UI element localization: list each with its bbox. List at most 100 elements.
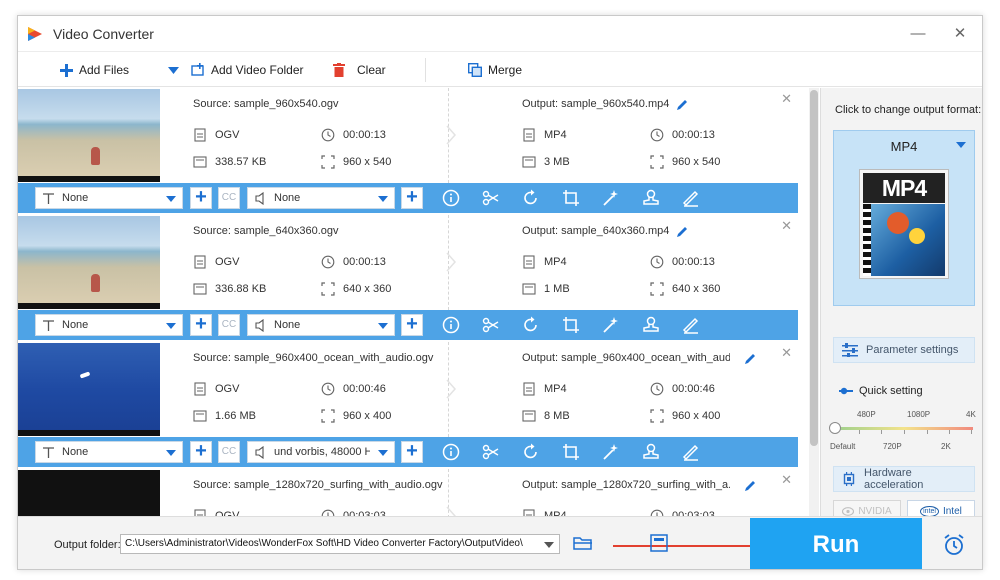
rotate-icon[interactable]	[522, 189, 540, 207]
add-video-folder-button[interactable]: Add Video Folder	[191, 62, 304, 78]
output-size-value: 3 MB	[544, 156, 570, 168]
add-files-button[interactable]: Add Files	[60, 62, 129, 78]
output-folder-dropdown-icon[interactable]	[544, 542, 554, 548]
remove-item-button[interactable]: ✕	[781, 345, 792, 361]
scissors-icon[interactable]	[482, 443, 500, 461]
output-format-selector[interactable]: MP4 MP4	[833, 130, 975, 306]
rotate-icon[interactable]	[522, 443, 540, 461]
output-resolution: 960 x 400	[650, 409, 720, 423]
chevron-down-icon	[378, 196, 388, 202]
video-thumbnail[interactable]	[18, 343, 160, 436]
format-icon	[523, 255, 535, 269]
plus-icon	[60, 63, 73, 77]
crop-icon[interactable]	[562, 316, 580, 334]
remove-item-button[interactable]: ✕	[781, 218, 792, 234]
run-button[interactable]: Run	[750, 518, 922, 569]
subtitle-select[interactable]: None	[35, 441, 183, 463]
subtitle-select[interactable]: None	[35, 314, 183, 336]
add-subtitle-button[interactable]: +	[190, 187, 212, 209]
edit-sign-icon[interactable]	[682, 189, 700, 207]
hardware-acceleration-button[interactable]: Hardware acceleration	[833, 466, 975, 492]
scrollbar-thumb[interactable]	[810, 90, 818, 446]
output-folder-field[interactable]: C:\Users\Administrator\Videos\WonderFox …	[120, 534, 560, 554]
source-duration: 00:03:03	[321, 509, 386, 516]
add-subtitle-button[interactable]: +	[190, 314, 212, 336]
file-item[interactable]: Source: sample_1280x720_surfing_with_aud…	[18, 469, 798, 516]
quick-setting-label: Quick setting	[859, 385, 923, 397]
file-item[interactable]: Source: sample_640x360.ogv OGV 00:00:13 …	[18, 215, 798, 341]
audio-track-select[interactable]: und vorbis, 48000 Hz	[247, 441, 395, 463]
chevron-right-icon	[446, 125, 457, 145]
source-duration: 00:00:46	[321, 382, 386, 396]
cc-icon[interactable]: CC	[218, 441, 240, 463]
watermark-stamp-icon[interactable]	[642, 443, 660, 461]
subtitle-select-value: None	[62, 446, 89, 458]
add-folder-icon	[191, 63, 204, 76]
clear-button[interactable]: Clear	[333, 62, 386, 78]
add-audio-button[interactable]: +	[401, 441, 423, 463]
title-bar: Video Converter — ✕	[18, 16, 982, 52]
quality-slider-knob[interactable]	[829, 422, 841, 434]
close-window-button[interactable]: ✕	[950, 24, 970, 44]
add-audio-button[interactable]: +	[401, 314, 423, 336]
add-audio-button[interactable]: +	[401, 187, 423, 209]
open-folder-icon[interactable]	[573, 535, 593, 551]
output-size: 1 MB	[522, 282, 570, 296]
add-files-dropdown-icon[interactable]	[168, 67, 179, 74]
effects-wand-icon[interactable]	[602, 189, 620, 207]
list-scrollbar[interactable]	[809, 88, 819, 516]
file-item[interactable]: Source: sample_960x540.ogv OGV 00:00:13 …	[18, 88, 798, 214]
app-title: Video Converter	[53, 26, 154, 42]
scissors-icon[interactable]	[482, 316, 500, 334]
speaker-icon	[255, 192, 264, 205]
format-icon	[194, 382, 206, 396]
output-size-value: 1 MB	[544, 283, 570, 295]
source-format-value: OGV	[215, 383, 240, 395]
sliders-icon	[842, 343, 858, 357]
audio-track-select[interactable]: None	[247, 187, 395, 209]
file-item[interactable]: Source: sample_960x400_ocean_with_audio.…	[18, 342, 798, 468]
parameter-settings-button[interactable]: Parameter settings	[833, 337, 975, 363]
rotate-icon[interactable]	[522, 316, 540, 334]
minimize-button[interactable]: —	[908, 24, 928, 44]
audio-track-select[interactable]: None	[247, 314, 395, 336]
edit-output-name-icon[interactable]	[676, 98, 689, 111]
clock-icon	[650, 128, 664, 142]
effects-wand-icon[interactable]	[602, 316, 620, 334]
alarm-clock-icon[interactable]	[942, 533, 966, 557]
output-resolution: 640 x 360	[650, 282, 720, 296]
edit-sign-icon[interactable]	[682, 316, 700, 334]
cc-icon[interactable]: CC	[218, 314, 240, 336]
subtitle-select[interactable]: None	[35, 187, 183, 209]
quick-setting-title: Quick setting	[839, 385, 923, 397]
subtitle-select-value: None	[62, 192, 89, 204]
watermark-stamp-icon[interactable]	[642, 189, 660, 207]
info-icon[interactable]	[442, 443, 460, 461]
effects-wand-icon[interactable]	[602, 443, 620, 461]
watermark-stamp-icon[interactable]	[642, 316, 660, 334]
clear-label: Clear	[357, 63, 386, 77]
remove-item-button[interactable]: ✕	[781, 472, 792, 488]
merge-button[interactable]: Merge	[468, 62, 522, 78]
add-subtitle-button[interactable]: +	[190, 441, 212, 463]
nvidia-eye-icon	[842, 506, 855, 516]
cc-icon[interactable]: CC	[218, 187, 240, 209]
crop-icon[interactable]	[562, 189, 580, 207]
edit-sign-icon[interactable]	[682, 443, 700, 461]
crop-icon[interactable]	[562, 443, 580, 461]
video-thumbnail[interactable]	[18, 470, 160, 516]
edit-output-name-icon[interactable]	[676, 225, 689, 238]
mp4-format-icon: MP4	[859, 169, 949, 279]
info-icon[interactable]	[442, 189, 460, 207]
source-duration: 00:00:13	[321, 255, 386, 269]
source-format: OGV	[193, 509, 239, 516]
edit-output-name-icon[interactable]	[744, 479, 757, 492]
remove-item-button[interactable]: ✕	[781, 91, 792, 107]
info-icon[interactable]	[442, 316, 460, 334]
chevron-down-icon	[166, 450, 176, 456]
output-folder-tool-icon[interactable]	[650, 534, 668, 552]
edit-output-name-icon[interactable]	[744, 352, 757, 365]
video-thumbnail[interactable]	[18, 89, 160, 182]
video-thumbnail[interactable]	[18, 216, 160, 309]
scissors-icon[interactable]	[482, 189, 500, 207]
